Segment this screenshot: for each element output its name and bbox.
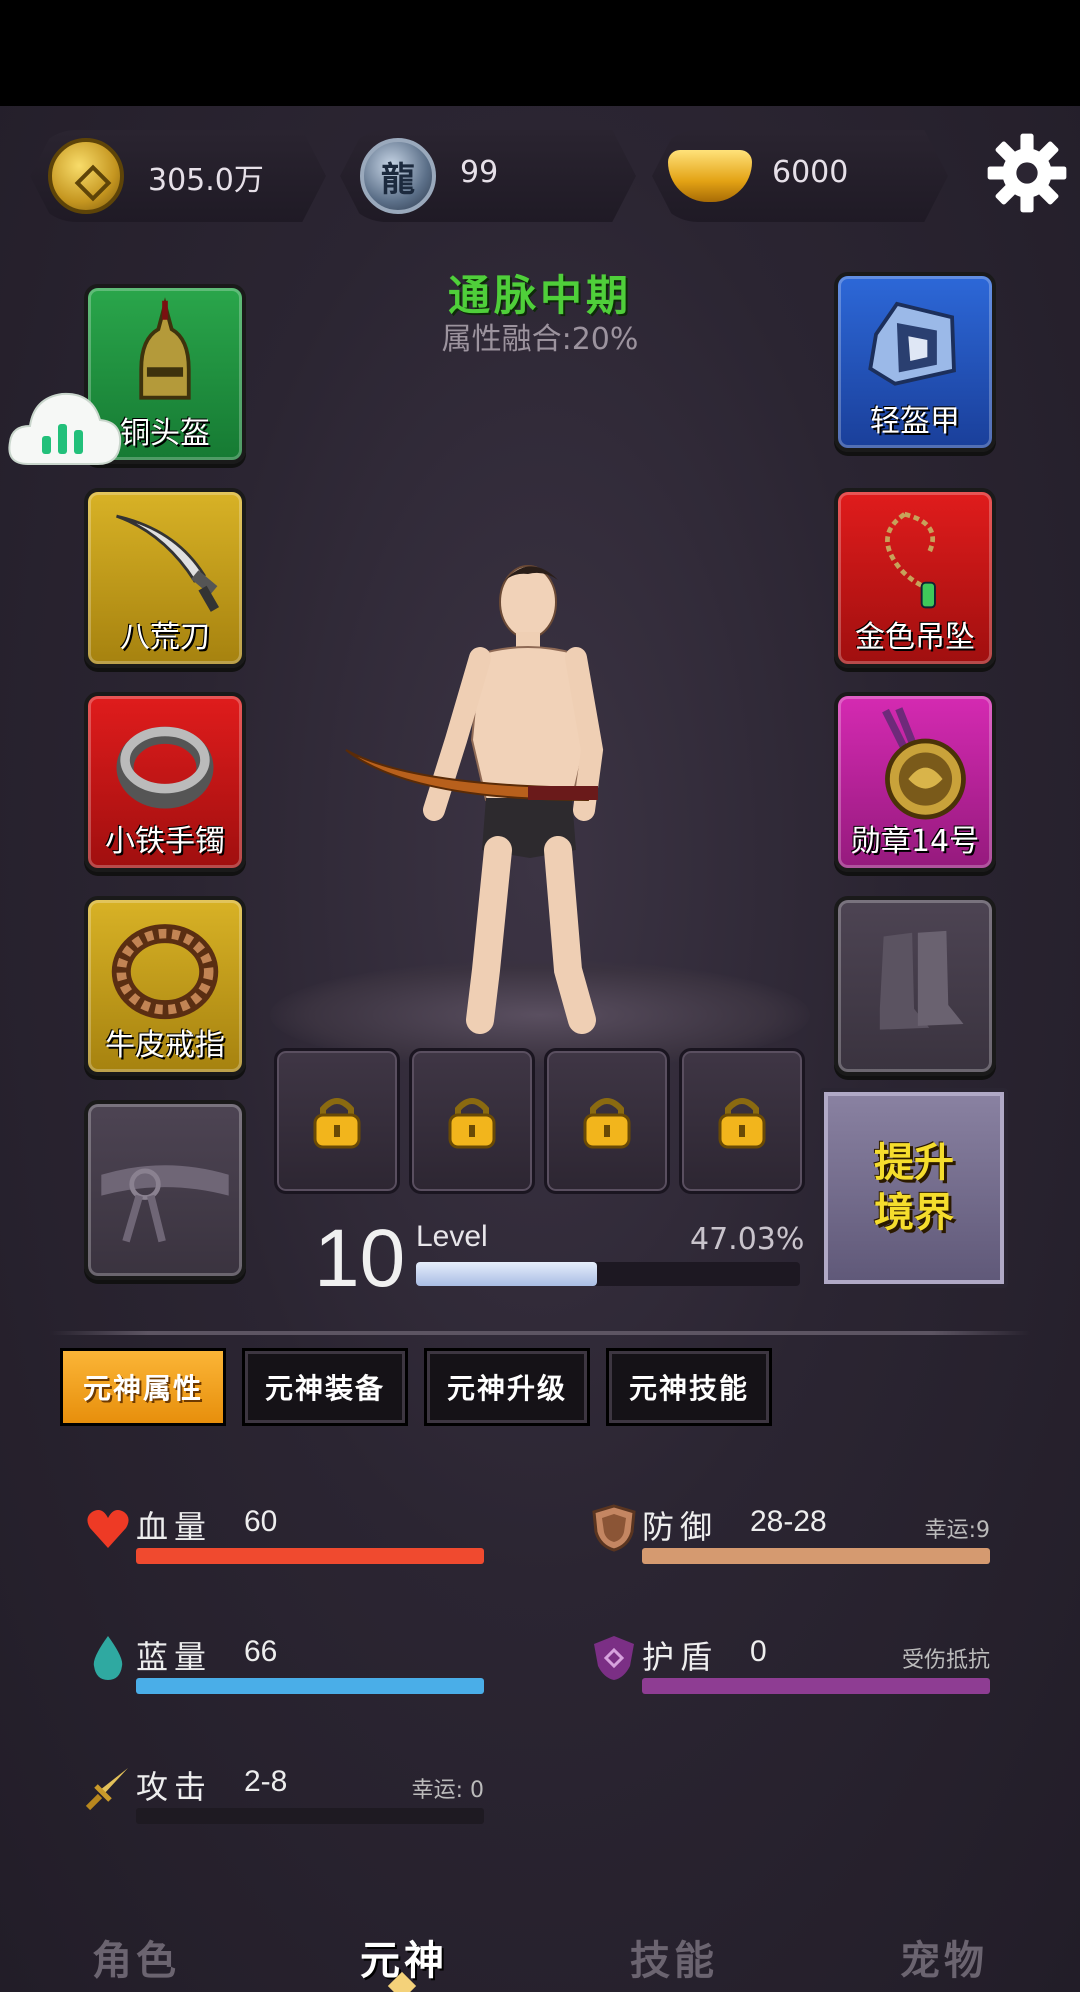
boots-placeholder-icon [879,930,964,1030]
locked-slot[interactable] [544,1048,670,1194]
pendant-icon [885,511,936,609]
saber-icon [116,514,220,612]
nav-character[interactable]: 角色 [76,1928,196,1986]
stat-attack-value: 2-8 [244,1765,288,1798]
gold-ingot-value: 6000 [772,155,849,190]
equip-label: 小铁手镯 [105,824,225,859]
tab-upgrade[interactable]: 元神升级 [424,1348,590,1426]
dragon-token-value: 99 [460,155,499,190]
stat-defense-luck: 幸运:9 [924,1518,990,1543]
shield-guard-icon [594,1636,634,1680]
medal-icon [882,707,966,820]
level-percent: 47.03% [690,1222,805,1257]
stat-hp-name: 血量 [136,1508,213,1546]
equip-label: 八荒刀 [120,620,210,655]
armor-icon [868,301,956,386]
stat-defense-value: 28-28 [750,1505,827,1538]
status-bar-area [0,0,1080,106]
equip-slot-pendant[interactable]: 金色吊坠 [834,488,996,668]
equip-label: 金色吊坠 [855,620,975,655]
stat-shield-note: 受伤抵抗 [901,1648,990,1673]
stat-hp-bar [136,1548,484,1564]
stat-defense-bar [642,1548,990,1564]
section-divider [50,1331,1030,1335]
equip-slot-armor[interactable]: 轻盔甲 [834,272,996,452]
equip-label: 牛皮戒指 [105,1028,225,1063]
dragon-token-icon: 龍 [360,138,436,214]
level-number: 10 [314,1213,406,1304]
tab-attributes[interactable]: 元神属性 [60,1348,226,1426]
coins-value: 305.0万 [148,163,264,198]
belt-placeholder-icon [101,1165,229,1243]
stat-mp-value: 66 [244,1635,278,1668]
equip-label: 勋章14号 [850,824,980,859]
stat-hp-value: 60 [244,1505,278,1538]
lock-icon [583,1098,631,1149]
attribute-fusion: 属性融合:20% [441,322,639,357]
equip-label: 轻盔甲 [870,404,960,439]
ring-icon [111,924,219,1020]
coin-icon [48,138,124,214]
stat-shield-bar [642,1678,990,1694]
stat-shield-value: 0 [750,1635,767,1668]
equip-slot-boots-empty[interactable] [834,896,996,1076]
stat-defense-name: 防御 [642,1508,719,1546]
lock-icon [718,1098,766,1149]
level-progress-bar [416,1262,800,1286]
lock-icon [313,1098,361,1149]
stat-mp-bar [136,1678,484,1694]
equip-slot-bracelet[interactable]: 小铁手镯 [84,692,246,872]
equip-slot-ring[interactable]: 牛皮戒指 [84,896,246,1076]
upgrade-realm-button[interactable]: 提升境界 [820,1088,1008,1288]
cloud-chart-icon[interactable] [6,380,124,472]
level-label: Level [416,1220,488,1253]
stat-mp-name: 蓝量 [136,1638,213,1676]
sword-icon [85,1768,128,1811]
level-progress-fill [416,1262,597,1286]
gear-icon[interactable] [986,132,1068,214]
equip-slot-belt-empty[interactable] [84,1100,246,1280]
upgrade-realm-label: 提升境界 [874,1140,954,1236]
stat-attack-luck: 幸运: 0 [411,1778,484,1803]
shield-icon [592,1504,636,1552]
stat-attack-bar [136,1808,484,1824]
lock-icon [448,1098,496,1149]
locked-slot[interactable] [679,1048,805,1194]
bracelet-icon [116,726,214,809]
locked-slot[interactable] [409,1048,535,1194]
equip-slot-medal[interactable]: 勋章14号 [834,692,996,872]
character-figure [345,565,604,1034]
equip-slot-weapon[interactable]: 八荒刀 [84,488,246,668]
water-drop-icon [93,1636,123,1680]
stat-shield-name: 护盾 [642,1638,719,1676]
locked-slot[interactable] [274,1048,400,1194]
nav-pets[interactable]: 宠物 [884,1928,1004,1986]
stat-attack-name: 攻击 [136,1768,213,1806]
nav-skills[interactable]: 技能 [614,1928,734,1986]
heart-icon [87,1510,129,1548]
tab-equipment[interactable]: 元神装备 [242,1348,408,1426]
tab-skills[interactable]: 元神技能 [606,1348,772,1426]
